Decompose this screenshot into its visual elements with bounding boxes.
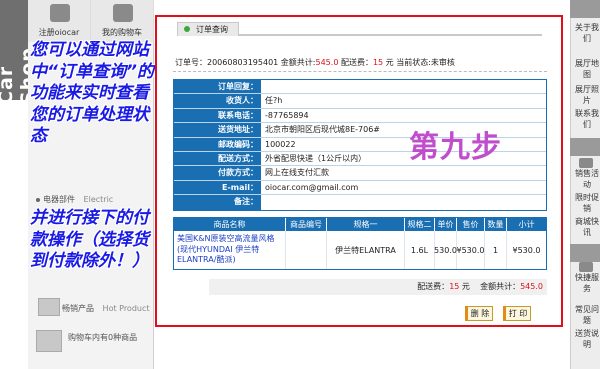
register-label: 注册oiocar bbox=[38, 28, 80, 37]
col-header: 规格二 bbox=[405, 218, 435, 231]
cart-icon bbox=[36, 330, 62, 352]
cart-status: 购物车内有0种商品 bbox=[68, 333, 138, 342]
info-label: 付款方式： bbox=[174, 166, 261, 180]
info-row: 收货人： 任?h bbox=[174, 94, 546, 109]
summary-status: 元 当前状态:未审核 bbox=[383, 58, 455, 67]
product-spec1: 伊兰特ELANTRA bbox=[327, 231, 405, 269]
top-icon-bar: 注册oiocar 我的购物车 bbox=[28, 0, 154, 42]
products-table: 商品名称 商品编号 规格一 规格二 单价 售价 数量 小计 美国K&N原装空高流… bbox=[173, 217, 547, 270]
totals-shipping: 15 bbox=[449, 282, 460, 291]
info-value: 外省配思快递（1公斤以内） bbox=[261, 151, 546, 166]
my-cart-label: 我的购物车 bbox=[102, 28, 142, 37]
col-header: 售价 bbox=[457, 218, 485, 231]
order-summary: 订单号：20060803195401 金额共计:545.0 配送费：15 元 当… bbox=[175, 57, 455, 68]
step-label: 第九步 bbox=[409, 130, 502, 165]
info-label: 订单回复： bbox=[174, 80, 261, 94]
right-link-photos[interactable]: 展厅照片 bbox=[573, 84, 600, 106]
totals-shipping-label: 配送费： bbox=[417, 282, 450, 291]
info-value: oiocar.com@gmail.com bbox=[261, 180, 546, 195]
info-row: 备注： bbox=[174, 195, 546, 210]
info-label: 配送方式： bbox=[174, 151, 261, 166]
bullet-icon bbox=[36, 197, 40, 202]
product-subtotal: ¥530.0 bbox=[512, 245, 541, 255]
right-link-map[interactable]: 展厅地图 bbox=[573, 58, 600, 80]
product-code bbox=[286, 231, 327, 269]
summary-shipping: 15 bbox=[372, 58, 384, 67]
totals-bar: 配送费：15 元 金额共计：545.0 bbox=[209, 279, 547, 295]
right-link-faq[interactable]: 常见问题 bbox=[573, 304, 600, 326]
info-value bbox=[261, 195, 546, 210]
info-label: 邮政编码： bbox=[174, 137, 261, 151]
tab-bar: 订单查询 bbox=[177, 22, 542, 36]
info-value: 网上在线支付汇款 bbox=[261, 166, 546, 180]
right-link-service[interactable]: 快捷服务 bbox=[573, 272, 600, 294]
instruction-text-2: 并进行接下的付款操作（选择货到付款除外！） bbox=[30, 208, 149, 271]
instruction-text-1: 您可以通过网站中“订单查询”的功能来实时查看您的订单处理状态 bbox=[30, 40, 154, 146]
table-row: 美国K&N原装空高流量风格(现代HYUNDAI 伊兰特ELANTRA/酷派) 伊… bbox=[174, 231, 546, 269]
menu-item-english: Electric bbox=[83, 195, 114, 204]
products-header: 商品名称 商品编号 规格一 规格二 单价 售价 数量 小计 bbox=[174, 218, 546, 231]
right-sidebar: 关于我们 展厅地图 展厅照片 联系我们 销售活动 限时促销 商城快讯 快捷服务 … bbox=[570, 0, 600, 369]
right-tab-header bbox=[570, 0, 600, 18]
divider bbox=[173, 71, 547, 72]
tab-bullet-icon bbox=[184, 26, 190, 32]
info-label: 联系电话： bbox=[174, 108, 261, 123]
my-cart-button[interactable]: 我的购物车 bbox=[91, 0, 154, 42]
right-link-sales[interactable]: 销售活动 bbox=[573, 168, 600, 190]
info-label: 送货地址： bbox=[174, 123, 261, 137]
tab-label: 订单查询 bbox=[196, 25, 228, 34]
hot-product-heading: 畅销产品 Hot Product bbox=[48, 303, 150, 314]
menu-item-label: 电器部件 bbox=[43, 195, 75, 204]
product-name-link[interactable]: 美国K&N原装空高流量风格(现代HYUNDAI 伊兰特ELANTRA/酷派) bbox=[174, 231, 286, 269]
info-label: 备注： bbox=[174, 195, 261, 210]
right-link-promo[interactable]: 限时促销 bbox=[573, 192, 600, 214]
hand-icon bbox=[579, 158, 593, 168]
info-label: E-mail： bbox=[174, 180, 261, 195]
right-link-delivery[interactable]: 送货说明 bbox=[573, 328, 600, 350]
info-value: 北京市朝阳区后现代城8E-706# bbox=[261, 123, 546, 137]
delete-button[interactable]: 删 除 bbox=[465, 306, 493, 321]
col-header: 规格一 bbox=[327, 218, 405, 231]
product-price: 530.0 bbox=[434, 231, 457, 269]
summary-amount: 545.0 bbox=[315, 58, 339, 67]
product-qty: 1 bbox=[485, 231, 507, 269]
info-value: 任?h bbox=[261, 94, 546, 108]
hot-product-label: 畅销产品 bbox=[62, 304, 94, 313]
summary-prefix: 订单号：20060803195401 金额共计: bbox=[175, 58, 316, 67]
summary-shipping-label: 配送费： bbox=[338, 58, 373, 67]
tab-order-query[interactable]: 订单查询 bbox=[177, 22, 239, 36]
totals-amount-label: 金额共计： bbox=[480, 282, 521, 291]
col-header: 商品名称 bbox=[174, 218, 286, 231]
totals-amount: 545.0 bbox=[520, 282, 543, 291]
info-value: 100022 bbox=[261, 137, 546, 151]
col-header: 数量 bbox=[485, 218, 507, 231]
right-link-news[interactable]: 商城快讯 bbox=[573, 216, 600, 238]
user-icon bbox=[50, 4, 70, 22]
register-button[interactable]: 注册oiocar bbox=[28, 0, 91, 42]
order-query-panel: 订单查询 订单号：20060803195401 金额共计:545.0 配送费：1… bbox=[155, 15, 563, 327]
right-link-contact[interactable]: 联系我们 bbox=[573, 108, 600, 130]
cart-icon bbox=[113, 4, 133, 22]
product-sale-price: ¥530.0 bbox=[457, 231, 485, 269]
col-header: 单价 bbox=[435, 218, 457, 231]
phone-icon bbox=[579, 262, 593, 272]
info-value: -87765894 bbox=[261, 108, 546, 123]
print-button[interactable]: 打 印 bbox=[503, 306, 531, 321]
col-header: 小计 bbox=[518, 220, 535, 229]
info-row: 订单回复： bbox=[174, 80, 546, 95]
hot-product-english: Hot Product bbox=[102, 304, 150, 313]
info-row: E-mail： oiocar.com@gmail.com bbox=[174, 180, 546, 196]
totals-yuan: 元 bbox=[459, 282, 470, 291]
right-link-about[interactable]: 关于我们 bbox=[573, 22, 600, 44]
brand-strip: Car Shop bbox=[0, 0, 39, 105]
menu-item-electric[interactable]: 电器部件 Electric bbox=[36, 194, 113, 205]
info-row: 付款方式： 网上在线支付汇款 bbox=[174, 166, 546, 181]
right-tab-service bbox=[570, 244, 600, 262]
info-value bbox=[261, 80, 546, 94]
right-tab-company bbox=[570, 138, 600, 156]
info-label: 收货人： bbox=[174, 94, 261, 108]
product-spec2: 1.6L bbox=[405, 231, 435, 269]
info-row: 联系电话： -87765894 bbox=[174, 108, 546, 124]
col-header: 商品编号 bbox=[286, 218, 327, 231]
